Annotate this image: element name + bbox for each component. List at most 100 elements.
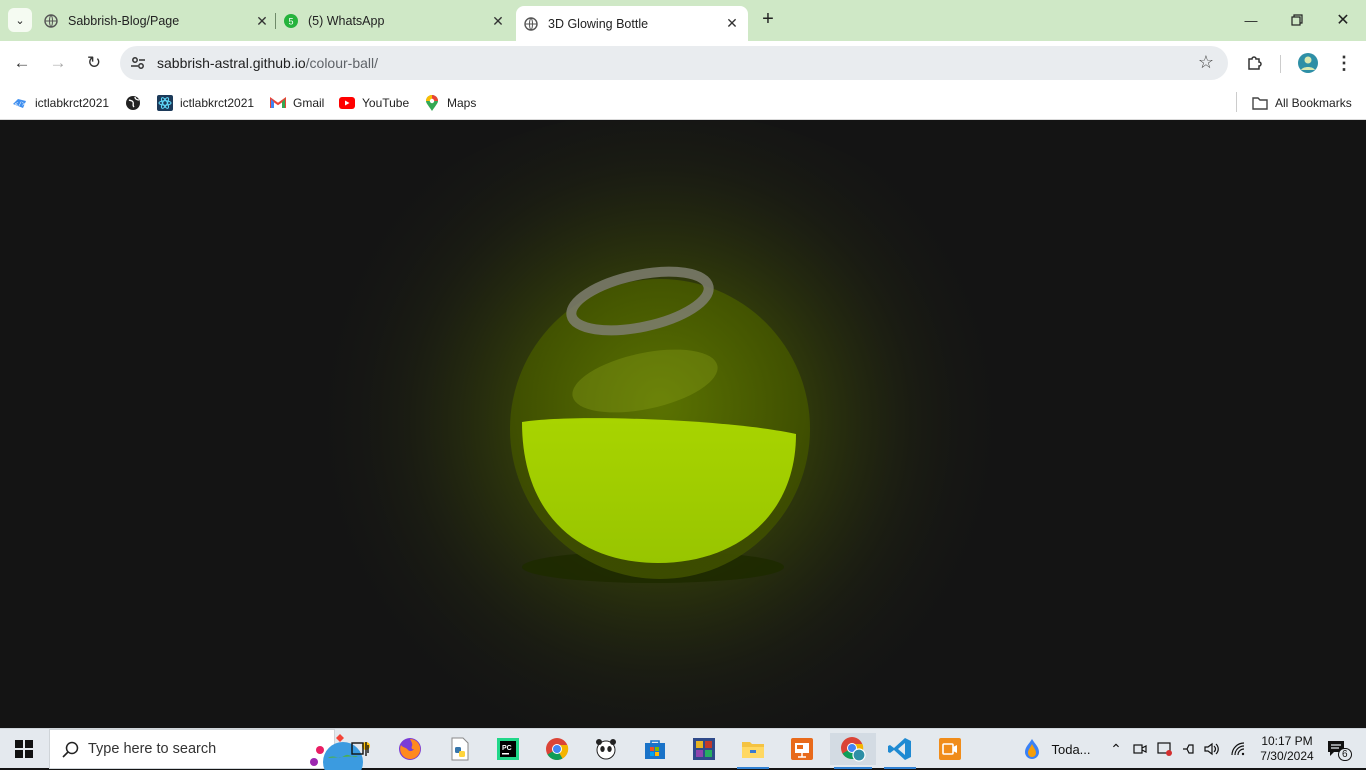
volume-icon[interactable]: [1201, 729, 1223, 769]
address-bar[interactable]: sabbrish-astral.github.io/colour-ball/ ☆: [120, 46, 1228, 80]
tab-bar: ⌄ Sabbrish-Blog/Page ✕ 5 (5) WhatsApp ✕ …: [0, 0, 1366, 41]
taskbar-vscode[interactable]: [880, 733, 920, 769]
show-hidden-icons-button[interactable]: ⌃: [1106, 729, 1126, 769]
extensions-button[interactable]: [1241, 49, 1269, 77]
bookmark-ictlabkrct2021-react[interactable]: ictlabkrct2021: [157, 93, 254, 113]
reload-button[interactable]: ↻: [80, 49, 108, 77]
bookmark-youtube[interactable]: YouTube: [339, 93, 409, 113]
reload-icon: ↻: [86, 53, 102, 72]
glowing-bottle-scene: [0, 121, 1366, 728]
taskbar-search-box[interactable]: Type here to search: [49, 729, 370, 770]
firefox-icon: [399, 738, 421, 760]
close-icon[interactable]: ✕: [254, 13, 270, 30]
close-icon: ✕: [1336, 12, 1350, 29]
close-window-button[interactable]: ✕: [1320, 0, 1366, 40]
taskbar-chrome-profile[interactable]: [830, 733, 876, 769]
taskbar-file-explorer[interactable]: [733, 733, 773, 769]
vscode-icon: [888, 738, 911, 760]
tab-title: Sabbrish-Blog/Page: [68, 14, 180, 28]
bookmark-ictlabkrct2021[interactable]: </> ictlabkrct2021: [12, 93, 109, 113]
bookmark-label: Gmail: [293, 96, 325, 110]
notification-count: 6: [1338, 748, 1352, 761]
folder-icon: [742, 742, 764, 758]
restore-button[interactable]: [1274, 0, 1320, 40]
url-text[interactable]: sabbrish-astral.github.io/colour-ball/: [157, 55, 378, 71]
puzzle-icon: [1248, 56, 1262, 70]
weather-widget[interactable]: Toda...: [1012, 729, 1102, 769]
network-adapter-icon[interactable]: [1178, 729, 1200, 769]
folder-icon: [1252, 95, 1268, 111]
maps-icon: [424, 95, 440, 111]
taskbar-store[interactable]: [635, 733, 675, 765]
taskbar-panda-app[interactable]: [586, 733, 626, 765]
task-view-button[interactable]: [340, 733, 380, 765]
presentation-icon: [791, 738, 813, 760]
weather-text: Toda...: [1051, 741, 1091, 757]
menu-button[interactable]: ⋮: [1330, 49, 1358, 77]
url-host: sabbrish-astral.github.io: [157, 55, 306, 71]
profile-button[interactable]: [1294, 49, 1322, 77]
panda-icon: [596, 739, 616, 760]
windows-logo-icon: [15, 740, 33, 758]
whatsapp-icon: 5: [284, 14, 298, 28]
minimize-button[interactable]: —: [1228, 0, 1274, 40]
tab-search-button[interactable]: ⌄: [8, 8, 32, 32]
wifi-icon[interactable]: [1228, 729, 1250, 769]
taskbar-recorder[interactable]: [930, 733, 970, 765]
windows-taskbar: Type here to search PC Toda... ⌃ 10:17 P…: [0, 728, 1366, 770]
site-settings-icon[interactable]: [130, 55, 146, 71]
page-viewport: [0, 121, 1366, 728]
forward-button[interactable]: →: [44, 49, 72, 77]
clock[interactable]: 10:17 PM 7/30/2024: [1254, 729, 1320, 769]
clock-date: 7/30/2024: [1260, 749, 1314, 763]
tab-whatsapp[interactable]: 5 (5) WhatsApp ✕: [284, 6, 506, 36]
game-icon: [693, 738, 715, 760]
pycharm-icon: PC: [497, 738, 519, 760]
chevron-down-icon: ⌄: [15, 14, 25, 27]
back-button[interactable]: ←: [8, 49, 36, 77]
notification-center-button[interactable]: 6: [1320, 729, 1354, 769]
kebab-menu-icon: ⋮: [1335, 52, 1353, 73]
tab-title: 3D Glowing Bottle: [548, 16, 649, 31]
new-tab-button[interactable]: +: [758, 9, 778, 31]
bookmarks-bar: </> ictlabkrct2021 ictlabkrct2021 Gmail …: [0, 85, 1366, 120]
bookmark-label: Maps: [447, 96, 477, 110]
arrow-right-icon: →: [49, 53, 67, 72]
bookmark-globe[interactable]: [125, 93, 148, 113]
bookmark-gmail[interactable]: Gmail: [270, 93, 324, 113]
gmail-icon: [270, 95, 286, 111]
all-bookmarks-label: All Bookmarks: [1275, 96, 1352, 110]
taskbar-pycharm[interactable]: PC: [488, 733, 528, 765]
youtube-icon: [339, 95, 355, 111]
search-placeholder: Type here to search: [88, 741, 217, 757]
close-icon[interactable]: ✕: [724, 15, 740, 32]
bookmark-star-icon[interactable]: ☆: [1198, 52, 1214, 73]
url-path: /colour-ball/: [305, 55, 379, 71]
bookmark-maps[interactable]: Maps: [424, 93, 476, 113]
taskbar-chrome[interactable]: [537, 733, 577, 765]
all-bookmarks-button[interactable]: All Bookmarks: [1252, 93, 1352, 113]
bookmark-label: ictlabkrct2021: [35, 96, 110, 110]
close-icon[interactable]: ✕: [490, 13, 506, 30]
arrow-left-icon: ←: [13, 53, 31, 72]
start-button[interactable]: [4, 733, 44, 765]
code-icon: </>: [12, 95, 28, 111]
search-icon: [62, 741, 79, 758]
taskbar-firefox[interactable]: [390, 733, 430, 765]
recorder-icon: [939, 738, 961, 760]
toolbar-divider: [1280, 55, 1281, 73]
chrome-icon: [546, 738, 569, 760]
tab-title: (5) WhatsApp: [308, 14, 385, 28]
taskbar-presentation-app[interactable]: [782, 733, 822, 765]
taskbar-python[interactable]: [440, 733, 480, 765]
taskbar-game-app[interactable]: [684, 733, 724, 765]
tab-sabbrish-blog[interactable]: Sabbrish-Blog/Page ✕: [44, 6, 270, 36]
globe-icon: [524, 16, 538, 31]
meet-now-icon[interactable]: [1130, 729, 1150, 769]
tab-3d-glowing-bottle[interactable]: 3D Glowing Bottle ✕: [516, 6, 748, 41]
react-icon: [157, 95, 173, 111]
browser-toolbar: ← → ↻ sabbrish-astral.github.io/colour-b…: [0, 41, 1366, 85]
security-icon[interactable]: [1154, 729, 1176, 769]
minimize-icon: —: [1244, 12, 1258, 28]
avatar: [1298, 53, 1318, 73]
